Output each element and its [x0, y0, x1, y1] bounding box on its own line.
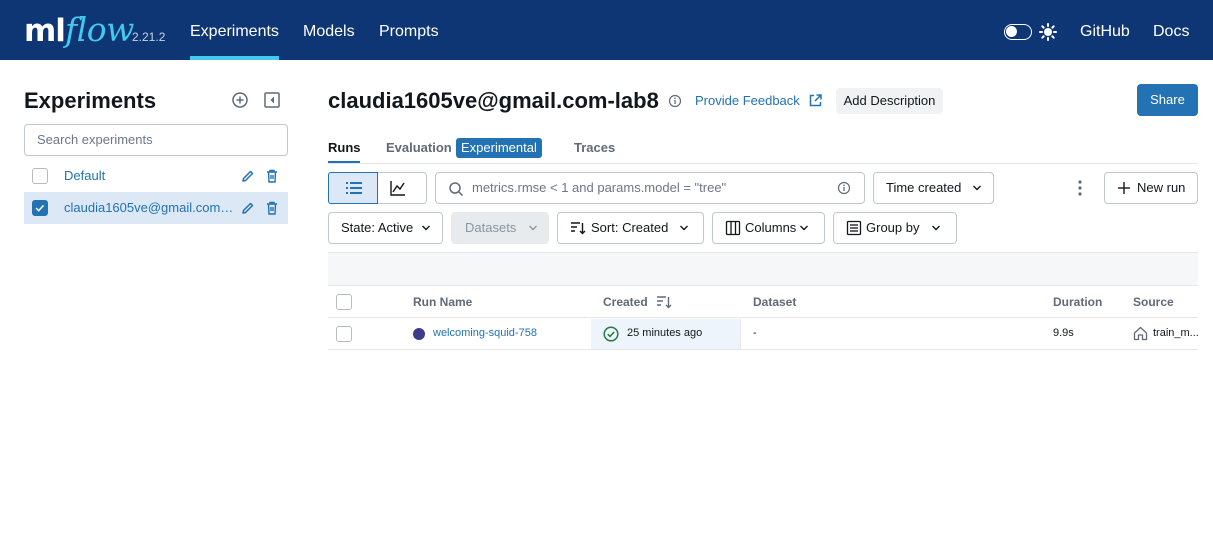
experiment-label[interactable]: claudia1605ve@gmail.com-lab8 — [64, 192, 236, 224]
plus-icon — [1118, 182, 1130, 194]
group-by-icon — [846, 220, 862, 236]
run-name-link[interactable]: welcoming-squid-758 — [433, 327, 537, 339]
new-run-label: New run — [1137, 180, 1186, 195]
columns-icon — [725, 220, 741, 236]
experiment-title: claudia1605ve@gmail.com-lab8 — [328, 88, 659, 113]
experiment-label[interactable]: Default — [64, 160, 236, 192]
dataset-value: - — [753, 327, 757, 339]
table-group-header-band — [328, 252, 1198, 286]
search-runs-placeholder: metrics.rmse < 1 and params.model = "tre… — [472, 180, 727, 195]
add-experiment-icon[interactable] — [231, 91, 249, 109]
tabs-divider — [328, 163, 1198, 164]
toggle-knob — [1006, 26, 1017, 37]
view-mode-toggle — [328, 172, 427, 204]
sort-icon — [571, 222, 586, 235]
check-icon — [35, 204, 45, 212]
edit-icon[interactable] — [240, 168, 256, 184]
header-divider — [328, 317, 1198, 318]
chevron-down-icon — [800, 225, 808, 231]
select-all-checkbox[interactable] — [336, 294, 352, 310]
chevron-down-icon — [932, 225, 940, 231]
tab-evaluation[interactable]: Evaluation — [386, 140, 452, 155]
datasets-filter-label: Datasets — [465, 220, 517, 235]
experiment-row-default[interactable]: Default — [24, 160, 288, 192]
tab-traces[interactable]: Traces — [574, 140, 615, 155]
sun-icon — [1039, 23, 1057, 41]
duration-value: 9.9s — [1053, 327, 1074, 339]
group-by-label: Group by — [866, 220, 920, 235]
info-icon[interactable] — [668, 94, 682, 108]
run-color-dot[interactable] — [413, 328, 425, 340]
more-options-icon[interactable] — [1072, 179, 1088, 197]
sidebar-title: Experiments — [24, 88, 157, 113]
trash-icon[interactable] — [264, 168, 280, 184]
column-header-duration[interactable]: Duration — [1053, 295, 1102, 309]
tab-runs[interactable]: Runs — [328, 140, 361, 155]
state-filter-select[interactable]: State: Active — [328, 212, 443, 244]
check-circle-icon — [603, 326, 619, 342]
nav-experiments-label: Experiments — [190, 23, 279, 40]
add-description-button[interactable]: Add Description — [836, 88, 943, 114]
row-checkbox[interactable] — [336, 326, 352, 342]
nav-prompts[interactable]: Prompts — [379, 0, 439, 60]
notebook-source-icon — [1133, 326, 1148, 341]
chevron-down-icon — [973, 185, 981, 191]
list-view-button[interactable] — [328, 172, 378, 204]
columns-select[interactable]: Columns — [712, 212, 825, 244]
docs-link[interactable]: Docs — [1153, 0, 1189, 60]
version-label: 2.21.2 — [132, 30, 166, 44]
experiment-checkbox[interactable] — [32, 168, 48, 184]
search-info-icon[interactable] — [837, 181, 851, 195]
github-link[interactable]: GitHub — [1080, 0, 1130, 60]
columns-label: Columns — [745, 220, 797, 235]
external-link-icon[interactable] — [808, 93, 823, 108]
mlflow-logo[interactable]: ml flow — [24, 8, 134, 52]
chevron-down-icon — [422, 225, 430, 231]
time-created-select[interactable]: Time created — [873, 172, 994, 204]
column-header-dataset[interactable]: Dataset — [753, 295, 796, 309]
column-header-source[interactable]: Source — [1133, 295, 1174, 309]
theme-toggle[interactable] — [1004, 24, 1032, 40]
provide-feedback-link[interactable]: Provide Feedback — [695, 93, 800, 108]
column-header-created[interactable]: Created — [603, 295, 648, 309]
source-value[interactable]: train_m... — [1153, 327, 1198, 339]
edit-icon[interactable] — [240, 200, 256, 216]
search-experiments-input[interactable]: Search experiments — [24, 124, 288, 156]
chart-view-icon[interactable] — [389, 179, 407, 197]
trash-icon[interactable] — [264, 200, 280, 216]
share-button[interactable]: Share — [1137, 84, 1198, 116]
sort-descending-icon[interactable] — [656, 294, 672, 310]
chevron-down-icon — [680, 225, 688, 231]
state-filter-label: State: Active — [341, 220, 414, 235]
new-run-button[interactable]: New run — [1104, 172, 1198, 204]
logo-flow-text: flow — [64, 10, 134, 49]
sort-select[interactable]: Sort: Created — [557, 212, 704, 244]
experiment-row-lab8[interactable]: claudia1605ve@gmail.com-lab8 — [24, 192, 288, 224]
nav-models[interactable]: Models — [303, 0, 355, 60]
sort-label: Sort: Created — [591, 220, 669, 235]
time-created-label: Time created — [886, 180, 962, 195]
experiment-checkbox-checked[interactable] — [32, 200, 48, 216]
collapse-sidebar-icon[interactable] — [263, 91, 281, 109]
datasets-filter-select[interactable]: Datasets — [451, 212, 549, 244]
column-header-run-name[interactable]: Run Name — [413, 295, 472, 309]
logo-ml-text: ml — [24, 13, 66, 49]
search-runs-input[interactable]: metrics.rmse < 1 and params.model = "tre… — [435, 172, 865, 204]
nav-experiments[interactable]: Experiments — [190, 0, 279, 60]
row-divider — [328, 349, 1198, 350]
nav-prompts-label: Prompts — [379, 23, 439, 40]
group-by-select[interactable]: Group by — [833, 212, 957, 244]
created-value: 25 minutes ago — [627, 327, 703, 339]
top-navbar: ml flow 2.21.2 Experiments Models Prompts… — [0, 0, 1213, 60]
nav-models-label: Models — [303, 23, 355, 40]
list-icon — [346, 182, 362, 194]
chevron-down-icon — [529, 225, 537, 231]
search-icon — [449, 182, 464, 197]
experimental-badge: Experimental — [456, 138, 542, 158]
